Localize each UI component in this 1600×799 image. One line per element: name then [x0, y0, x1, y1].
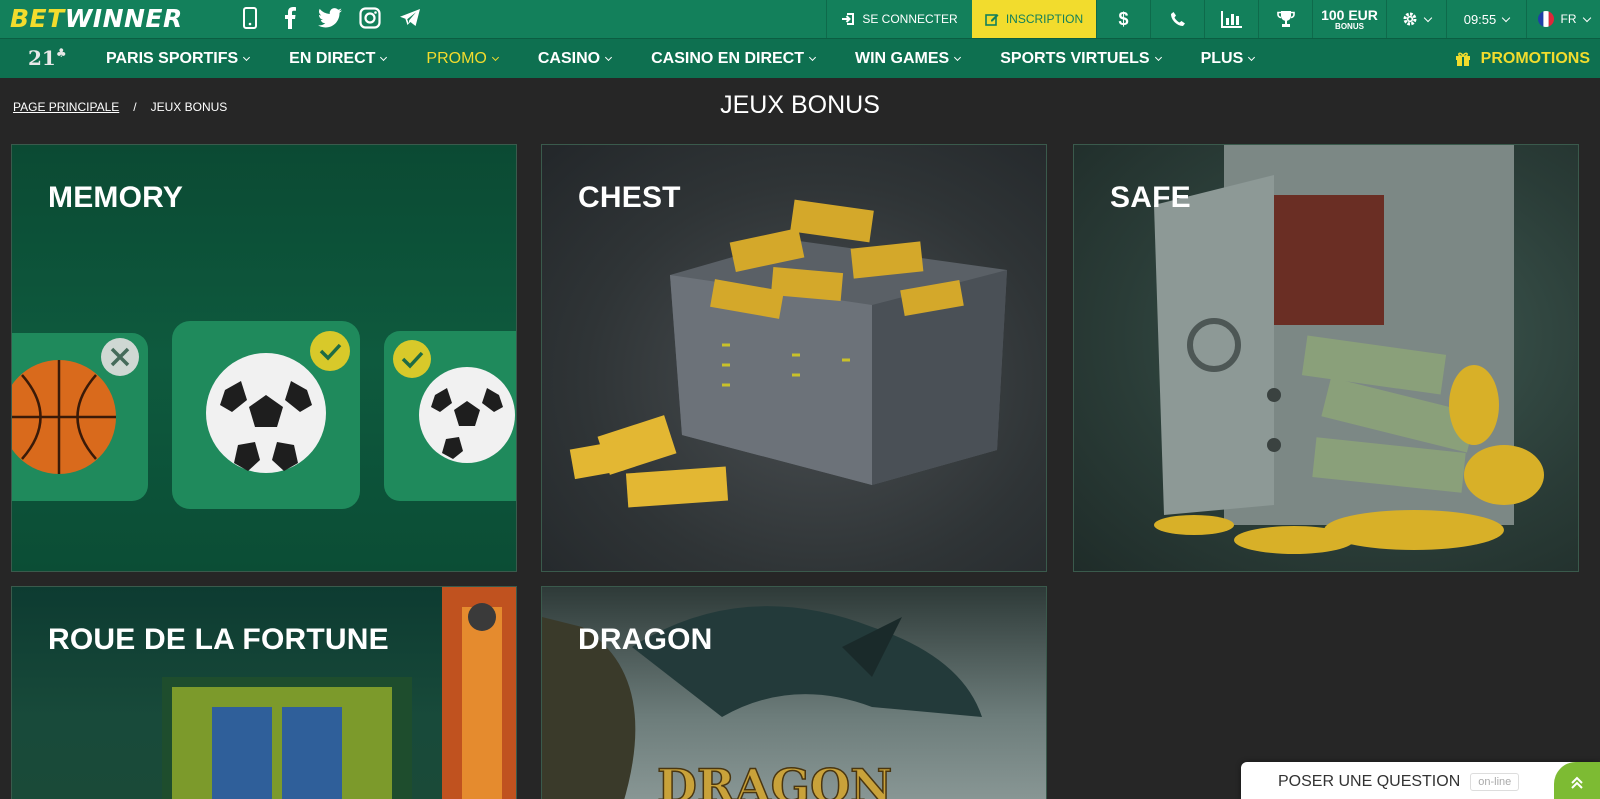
brand-logo-part1: BET [10, 4, 65, 33]
dollar-button[interactable]: $ [1096, 0, 1150, 38]
nav-item-casino[interactable]: CASINO [537, 50, 613, 68]
bonus-amount: 100 EUR [1321, 6, 1378, 23]
chevron-down-icon [491, 53, 499, 62]
nav-item-label: CASINO EN DIRECT [651, 50, 804, 67]
nav-item-casino-en-direct[interactable]: CASINO EN DIRECT [651, 50, 817, 68]
bonus-label: BONUS [1335, 21, 1364, 31]
brand-logo-part2: WINNER [64, 4, 183, 33]
chevron-down-icon [1423, 13, 1433, 22]
game-title: SAFE [1110, 181, 1191, 214]
nav-item-win-games[interactable]: WIN GAMES [855, 50, 962, 68]
chevron-down-icon [954, 53, 962, 62]
chat-expand-button[interactable] [1554, 762, 1600, 799]
chat-label: POSER UNE QUESTION [1278, 773, 1461, 790]
bonus-button[interactable]: 100 EUR BONUS [1312, 0, 1386, 38]
breadcrumb-home-link[interactable]: PAGE PRINCIPALE [13, 100, 119, 114]
game-title: CHEST [578, 181, 681, 214]
chat-status-badge: on-line [1470, 773, 1520, 791]
language-selector[interactable]: FR [1526, 0, 1600, 38]
statistics-button[interactable] [1204, 0, 1258, 38]
chevron-down-icon [1582, 13, 1591, 22]
chevron-down-icon [605, 53, 613, 62]
french-flag-icon [1537, 11, 1554, 27]
game-card-chest[interactable]: CHEST [541, 144, 1047, 572]
main-nav: 21♣ PARIS SPORTIFS EN DIRECT PROMO CASIN… [0, 38, 1600, 78]
trophy-icon [1276, 11, 1295, 27]
twitter-icon[interactable] [318, 6, 342, 30]
telegram-icon[interactable] [398, 6, 422, 30]
dragon-illustration: DRAGON [542, 606, 982, 799]
call-button[interactable] [1150, 0, 1204, 38]
chevron-down-icon [380, 53, 388, 62]
game-card-wheel-of-fortune[interactable]: ROUE DE LA FORTUNE [11, 586, 517, 799]
nav-item-sports-virtuels[interactable]: SPORTS VIRTUELS [1000, 50, 1162, 68]
game-title: ROUE DE LA FORTUNE [48, 623, 389, 656]
signup-label: INSCRIPTION [1005, 12, 1084, 26]
nav-item-label: PARIS SPORTIFS [106, 50, 239, 67]
nav-item-label: WIN GAMES [855, 50, 950, 67]
login-button[interactable]: SE CONNECTER [826, 0, 972, 38]
chevron-down-icon [243, 53, 251, 62]
results-button[interactable] [1258, 0, 1312, 38]
nav-21-text: 21 [28, 46, 56, 70]
facebook-icon[interactable] [278, 6, 302, 30]
game-card-dragon[interactable]: DRAGON DRAGON [541, 586, 1047, 799]
chevron-down-icon [1248, 53, 1256, 62]
chevron-down-icon [1154, 53, 1162, 62]
breadcrumb: PAGE PRINCIPALE / JEUX BONUS [13, 100, 227, 114]
chevron-down-icon [808, 53, 817, 62]
chevron-down-icon [1502, 13, 1511, 22]
game-card-safe[interactable]: SAFE [1073, 144, 1579, 572]
breadcrumb-separator: / [133, 100, 137, 114]
brand-logo[interactable]: BETWINNER [10, 4, 183, 33]
nav-item-plus[interactable]: PLUS [1200, 50, 1256, 68]
promotions-label: PROMOTIONS [1480, 50, 1590, 67]
top-bar: BETWINNER SE CONNECTER INSCRIPTION $ 100… [0, 0, 1600, 38]
gear-icon [1403, 12, 1417, 26]
nav-links: PARIS SPORTIFS EN DIRECT PROMO CASINO CA… [106, 39, 1294, 79]
chat-widget[interactable]: POSER UNE QUESTION on-line [1241, 762, 1600, 799]
login-icon [842, 13, 855, 25]
game-title: DRAGON [578, 623, 713, 656]
nav-21-logo[interactable]: 21♣ [28, 46, 67, 70]
time-selector[interactable]: 09:55 [1446, 0, 1526, 38]
nav-item-en-direct[interactable]: EN DIRECT [289, 50, 388, 68]
nav-item-label: PROMO [426, 50, 487, 67]
nav-item-paris-sportifs[interactable]: PARIS SPORTIFS [106, 50, 251, 68]
gift-icon [1455, 52, 1470, 66]
signup-button[interactable]: INSCRIPTION [972, 0, 1096, 38]
dollar-icon: $ [1118, 8, 1129, 29]
nav-item-promo[interactable]: PROMO [426, 50, 499, 68]
clover-icon: ♣ [55, 46, 67, 60]
dragon-logo-text: DRAGON [657, 759, 892, 799]
language-code: FR [1560, 12, 1577, 26]
nav-item-label: PLUS [1200, 50, 1244, 67]
game-title: MEMORY [48, 181, 184, 214]
nav-item-label: SPORTS VIRTUELS [1000, 50, 1150, 67]
instagram-icon[interactable] [358, 6, 382, 30]
settings-button[interactable] [1386, 0, 1446, 38]
nav-item-label: CASINO [537, 50, 601, 67]
promotions-link[interactable]: PROMOTIONS [1455, 50, 1590, 68]
login-label: SE CONNECTER [862, 12, 958, 26]
edit-icon [985, 14, 999, 26]
chevrons-up-icon [1571, 776, 1583, 789]
breadcrumb-current: JEUX BONUS [150, 100, 228, 114]
bar-chart-icon [1220, 11, 1242, 28]
wheel-of-fortune-illustration [162, 587, 516, 799]
phone-handset-icon [1170, 12, 1185, 26]
top-right-menu: SE CONNECTER INSCRIPTION $ 100 EUR BONUS… [826, 0, 1600, 38]
nav-item-label: EN DIRECT [289, 50, 376, 67]
game-card-memory[interactable]: MEMORY [11, 144, 517, 572]
current-time: 09:55 [1463, 11, 1497, 27]
social-links [238, 6, 422, 30]
phone-icon[interactable] [238, 6, 262, 30]
page-title: JEUX BONUS [720, 91, 880, 119]
